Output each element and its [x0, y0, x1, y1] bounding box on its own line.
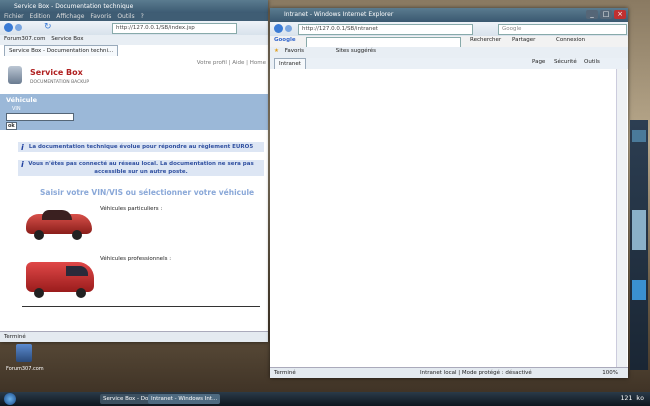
brand-subtitle: DOCUMENTATION BACKUP	[30, 80, 90, 85]
right-tab[interactable]: Intranet	[274, 58, 306, 69]
section-label: Véhicule	[6, 96, 38, 104]
cmd-outils[interactable]: Outils	[584, 59, 600, 65]
left-browser-window: Service Box - Documentation technique Fi…	[0, 0, 268, 342]
content-divider	[22, 306, 260, 307]
right-command-bar: Intranet Page Sécurité Outils	[270, 58, 628, 69]
back-icon-right[interactable]	[274, 24, 283, 33]
vin-label: VIN	[12, 106, 21, 112]
refresh-icon[interactable]: ↻	[44, 23, 52, 32]
left-window-title: Service Box - Documentation technique	[14, 3, 134, 10]
right-page-blank	[270, 69, 616, 367]
vehicle-prompt: Saisir votre VIN/VIS ou sélectionner vot…	[40, 188, 255, 197]
gadget-2[interactable]	[632, 210, 646, 250]
right-nav-toolbar: http://127.0.0.1/SB/intranet Google	[270, 22, 628, 36]
header-links[interactable]: Votre profil | Aide | Home	[197, 60, 266, 66]
search-placeholder: Google	[502, 26, 522, 32]
task-intranet[interactable]: Intranet - Windows Int...	[148, 394, 220, 404]
car-image-particulier[interactable]	[22, 206, 96, 242]
zone-status: Intranet local | Mode protégé : désactiv…	[420, 370, 532, 376]
desktop-icon-forum[interactable]: Forum307.com	[6, 344, 46, 378]
brand-title: Service Box	[30, 68, 83, 77]
right-favorites-bar: ★ Favoris Sites suggérés	[270, 47, 628, 58]
van-image-professionnel[interactable]	[22, 258, 98, 300]
app-icon	[16, 344, 32, 362]
info-euro5-text: La documentation technique évolue pour r…	[28, 144, 254, 150]
fav-servicebox[interactable]: Service Box	[51, 35, 83, 44]
left-status-bar: Terminé	[0, 331, 268, 342]
vehicles-particuliers-link[interactable]: Véhicules particuliers :	[100, 206, 162, 212]
start-button[interactable]	[4, 393, 16, 405]
left-favorites-bar: Forum307.com Service Box	[0, 35, 268, 45]
right-window-title: Intranet - Windows Internet Explorer	[284, 11, 394, 18]
star-icon[interactable]: ★	[274, 47, 279, 56]
zoom-level[interactable]: 100%	[602, 368, 618, 378]
vehicles-professionnels-link[interactable]: Véhicules professionnels :	[100, 256, 171, 262]
fav-favoris[interactable]: Favoris	[285, 47, 304, 56]
fav-forum[interactable]: Forum307.com	[4, 35, 45, 44]
peugeot-logo-icon	[8, 66, 22, 84]
right-address-bar[interactable]: http://127.0.0.1/SB/intranet	[298, 24, 473, 35]
menu-help[interactable]: ?	[141, 13, 144, 20]
menu-edition[interactable]: Edition	[30, 13, 51, 20]
google-toolbar: Google Rechercher Partager Connexion	[270, 36, 628, 48]
info-network-text: Vous n'êtes pas connecté au réseau local…	[28, 161, 254, 175]
google-logo: Google	[274, 37, 296, 43]
menu-affichage[interactable]: Affichage	[56, 13, 84, 20]
google-btn-search[interactable]: Rechercher	[470, 37, 501, 43]
tray-clock[interactable]: 121 ko	[621, 394, 644, 402]
vin-ok-button[interactable]: ok	[6, 122, 17, 130]
info-icon-2: i	[21, 160, 24, 169]
right-status-bar: Terminé Intranet local | Mode protégé : …	[270, 367, 628, 378]
gadget-1[interactable]	[632, 130, 646, 142]
fav-sites-suggeres[interactable]: Sites suggérés	[336, 47, 376, 56]
left-title-bar[interactable]: Service Box - Documentation technique	[0, 0, 268, 14]
desktop-icon-label: Forum307.com	[6, 366, 44, 372]
left-page-content: Votre profil | Aide | Home Service Box D…	[0, 56, 268, 332]
left-menu-bar: Fichier Edition Affichage Favoris Outils…	[0, 13, 268, 21]
minimize-icon[interactable]: _	[586, 10, 598, 19]
google-btn-share[interactable]: Partager	[512, 37, 535, 43]
left-tab[interactable]: Service Box - Documentation techni...	[4, 45, 119, 56]
right-status-text: Terminé	[274, 370, 296, 376]
vehicle-section: Véhicule VIN ok	[0, 94, 268, 130]
right-title-bar[interactable]: Intranet - Windows Internet Explorer _ □…	[270, 8, 628, 22]
forward-icon-right[interactable]	[285, 25, 292, 32]
info-network: i Vous n'êtes pas connecté au réseau loc…	[18, 160, 264, 176]
info-euro5: i La documentation technique évolue pour…	[18, 142, 264, 152]
right-search-box[interactable]: Google	[498, 24, 627, 35]
info-icon: i	[21, 143, 24, 152]
google-btn-connect[interactable]: Connexion	[556, 37, 585, 43]
left-nav-toolbar: ↻ http://127.0.0.1/SB/index.jsp	[0, 21, 268, 35]
menu-outils[interactable]: Outils	[117, 13, 134, 20]
maximize-icon[interactable]: □	[600, 10, 612, 19]
right-scrollbar[interactable]	[616, 69, 627, 367]
menu-fichier[interactable]: Fichier	[4, 13, 24, 20]
task-servicebox[interactable]: Service Box - Docum...	[100, 394, 150, 404]
right-browser-window: Intranet - Windows Internet Explorer _ □…	[270, 8, 628, 378]
gadget-3[interactable]	[632, 280, 646, 300]
left-address-bar[interactable]: http://127.0.0.1/SB/index.jsp	[112, 23, 237, 34]
desktop-gadgets	[630, 120, 648, 370]
cmd-page[interactable]: Page	[532, 59, 545, 65]
close-icon[interactable]: ×	[614, 10, 626, 19]
cmd-securite[interactable]: Sécurité	[554, 59, 577, 65]
taskbar: Service Box - Docum... Intranet - Window…	[0, 392, 650, 406]
forward-icon[interactable]	[15, 24, 22, 31]
back-icon[interactable]	[4, 23, 13, 32]
menu-favoris[interactable]: Favoris	[90, 13, 111, 20]
vin-input[interactable]	[6, 113, 74, 121]
